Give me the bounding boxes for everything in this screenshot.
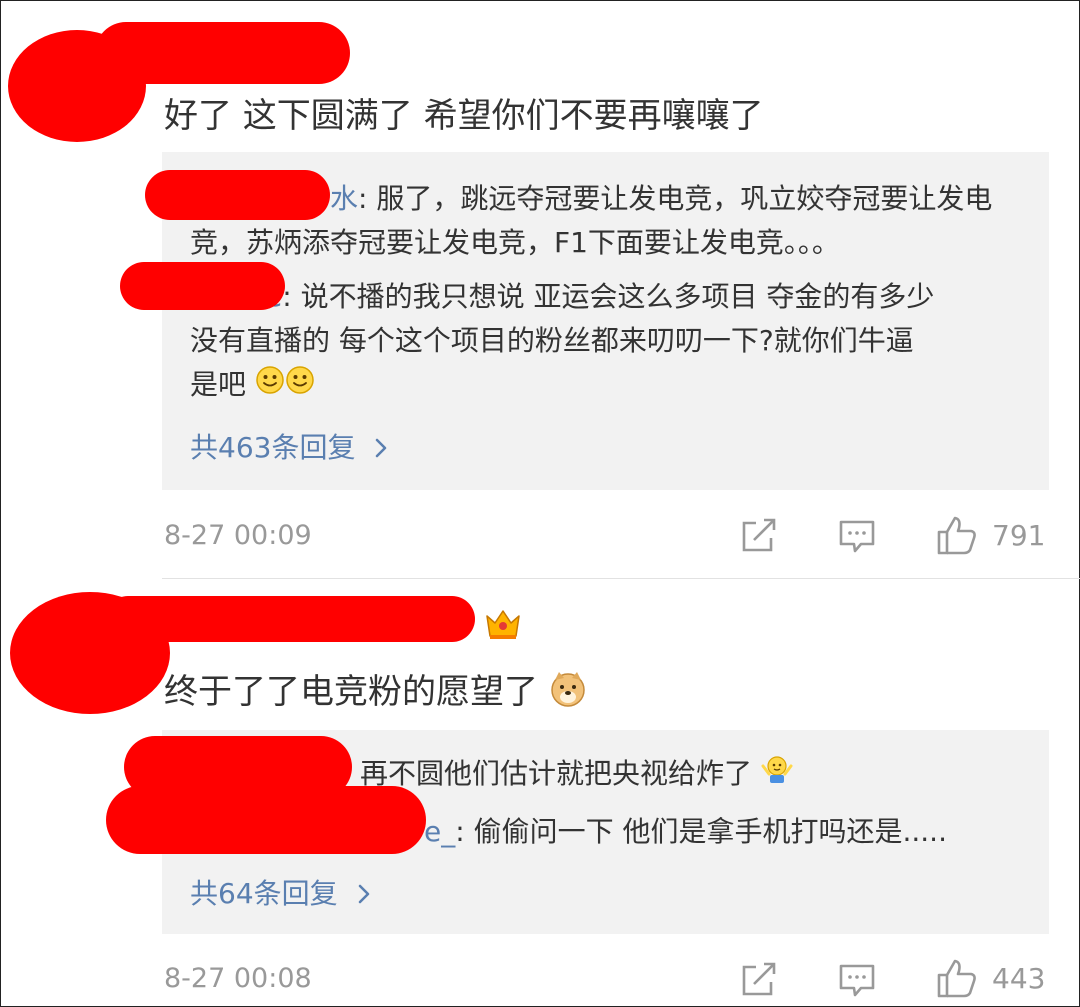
share-icon: [740, 518, 778, 554]
comment-timestamp: 8-27 00:08: [164, 963, 312, 994]
shrug-emoji: [761, 753, 793, 797]
smile-emoji: [255, 364, 285, 408]
comment-button[interactable]: [838, 518, 876, 556]
reply-text: 再不圆他们估计就把央视给炸了: [360, 757, 753, 790]
share-button[interactable]: [740, 962, 778, 998]
more-replies-link[interactable]: 共463条回复: [190, 426, 388, 466]
chevron-right-icon: [374, 433, 388, 466]
redacted-username: [95, 22, 350, 84]
reply-item[interactable]: e: 说不播的我只想说 亚运会这么多项目 夺金的有多少没有直播的 每个这个项目的…: [190, 275, 935, 408]
redacted-reply-username: [120, 262, 285, 310]
share-icon: [740, 962, 778, 998]
thumbs-up-icon: [936, 514, 978, 556]
reply-item[interactable]: e_: 偷偷问一下 他们是拿手机打吗还是.....: [424, 810, 947, 854]
comment-button[interactable]: [838, 962, 876, 1000]
crown-badge: [484, 606, 522, 646]
smile-emoji: [285, 364, 315, 408]
chevron-right-icon: [357, 879, 371, 912]
redacted-username: [105, 596, 475, 642]
like-count: 443: [992, 961, 1046, 995]
comment-timestamp: 8-27 00:09: [164, 520, 312, 551]
doge-emoji: [549, 670, 587, 717]
redacted-reply-username: [106, 786, 426, 854]
reply-username[interactable]: e_: [424, 815, 455, 848]
comment-icon: [838, 962, 876, 1000]
comment-divider: [162, 578, 1080, 579]
redacted-reply-username: [145, 170, 330, 220]
like-count: 791: [992, 518, 1046, 552]
comment-icon: [838, 518, 876, 556]
reply-text: 偷偷问一下 他们是拿手机打吗还是.....: [473, 815, 947, 848]
reply-item[interactable]: 再不圆他们估计就把央视给炸了: [360, 752, 793, 797]
like-button[interactable]: 791: [936, 514, 1045, 556]
share-button[interactable]: [740, 518, 778, 554]
like-button[interactable]: 443: [936, 957, 1045, 999]
comment-text: 终于了了电竞粉的愿望了: [164, 664, 587, 717]
thumbs-up-icon: [936, 957, 978, 999]
comment-text: 好了 这下圆满了 希望你们不要再嚷嚷了: [164, 96, 764, 136]
more-replies-link[interactable]: 共64条回复: [190, 872, 371, 912]
